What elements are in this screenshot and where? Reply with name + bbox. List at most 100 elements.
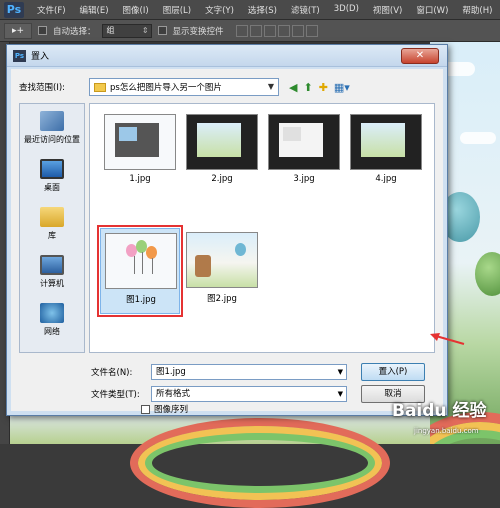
view-menu-icon[interactable]: ▦▾ bbox=[334, 81, 350, 94]
menubar: Ps 文件(F) 编辑(E) 图像(I) 图层(L) 文字(Y) 选择(S) 滤… bbox=[0, 0, 500, 20]
align-icon[interactable] bbox=[263, 24, 276, 37]
file-item[interactable]: 4.jpg bbox=[346, 110, 426, 196]
canvas-image-bottom bbox=[10, 412, 430, 508]
photoshop-logo: Ps bbox=[4, 1, 24, 18]
options-bar: ▸+ 自动选择： 组 显示变换控件 bbox=[0, 20, 500, 42]
file-thumbnail bbox=[350, 114, 422, 170]
dialog-body: 查找范围(I): ps怎么把图片导入另一个图片 ▼ ◀ ⬆ ✚ ▦▾ 最近访问的… bbox=[11, 69, 443, 415]
place-button[interactable]: 置入(P) bbox=[361, 363, 425, 381]
menu-layer[interactable]: 图层(L) bbox=[156, 4, 198, 16]
filetype-value: 所有格式 bbox=[156, 389, 191, 399]
filetype-dropdown[interactable]: 所有格式 ▼ bbox=[151, 386, 347, 402]
menu-edit[interactable]: 编辑(E) bbox=[73, 4, 116, 16]
close-icon: ✕ bbox=[415, 50, 425, 61]
move-tool-icon[interactable]: ▸+ bbox=[4, 22, 32, 39]
file-item[interactable]: 2.jpg bbox=[182, 110, 262, 196]
chevron-down-icon: ▼ bbox=[337, 368, 343, 376]
filename-row: 文件名(N): 图1.jpg ▼ 置入(P) bbox=[91, 363, 435, 381]
cloud-shape bbox=[460, 132, 496, 144]
close-button[interactable]: ✕ bbox=[401, 48, 439, 64]
filetype-label: 文件类型(T): bbox=[91, 390, 140, 400]
place-label: 网络 bbox=[44, 327, 60, 336]
watermark-url: jingyan.baidu.com bbox=[414, 427, 479, 435]
place-network[interactable]: 网络 bbox=[20, 296, 84, 344]
desktop-icon bbox=[40, 159, 64, 179]
filename-label: 文件名(N): bbox=[91, 368, 133, 378]
new-folder-icon[interactable]: ✚ bbox=[319, 81, 328, 94]
image-sequence-row: 图像序列 bbox=[141, 403, 188, 415]
file-list: 1.jpg 2.jpg 3.jpg 4.jpg 图1.jpg 图2.jpg bbox=[89, 103, 435, 353]
file-item-selected[interactable]: 图1.jpg bbox=[97, 225, 183, 317]
annotation-arrow-icon bbox=[430, 333, 465, 345]
folder-icon bbox=[94, 82, 106, 92]
watermark: Baidu 经验 bbox=[392, 401, 487, 421]
auto-select-label: 自动选择： bbox=[53, 26, 96, 37]
menu-file[interactable]: 文件(F) bbox=[30, 4, 73, 16]
auto-select-checkbox[interactable] bbox=[38, 26, 47, 35]
align-icon[interactable] bbox=[305, 24, 318, 37]
show-transform-label: 显示变换控件 bbox=[172, 26, 224, 37]
auto-select-dropdown[interactable]: 组 bbox=[101, 23, 152, 38]
align-buttons bbox=[235, 24, 318, 37]
place-label: 最近访问的位置 bbox=[24, 135, 80, 144]
places-bar: 最近访问的位置 桌面 库 计算机 网络 bbox=[19, 103, 85, 353]
place-desktop[interactable]: 桌面 bbox=[20, 152, 84, 200]
navigation-toolbar: ◀ ⬆ ✚ ▦▾ bbox=[289, 81, 350, 94]
menu-type[interactable]: 文字(Y) bbox=[198, 4, 241, 16]
align-icon[interactable] bbox=[249, 24, 262, 37]
file-item[interactable]: 3.jpg bbox=[264, 110, 344, 196]
filetype-row: 文件类型(T): 所有格式 ▼ 取消 bbox=[91, 385, 435, 403]
dialog-title: 置入 bbox=[31, 52, 50, 62]
library-icon bbox=[40, 207, 64, 227]
chevron-down-icon: ▼ bbox=[337, 390, 343, 398]
menu: 文件(F) 编辑(E) 图像(I) 图层(L) 文字(Y) 选择(S) 滤镜(T… bbox=[30, 4, 499, 16]
file-item[interactable]: 1.jpg bbox=[100, 110, 180, 196]
filename-value: 图1.jpg bbox=[156, 367, 186, 377]
file-thumbnail bbox=[104, 114, 176, 170]
computer-icon bbox=[40, 255, 64, 275]
place-label: 计算机 bbox=[40, 279, 64, 288]
file-thumbnail bbox=[268, 114, 340, 170]
file-name: 1.jpg bbox=[129, 174, 151, 184]
hot-air-balloon-shape bbox=[475, 252, 500, 296]
place-label: 桌面 bbox=[44, 183, 60, 192]
look-in-row: 查找范围(I): ps怎么把图片导入另一个图片 ▼ ◀ ⬆ ✚ ▦▾ bbox=[19, 77, 435, 97]
network-icon bbox=[40, 303, 64, 323]
file-name: 图1.jpg bbox=[126, 295, 156, 305]
align-icon[interactable] bbox=[277, 24, 290, 37]
back-icon[interactable]: ◀ bbox=[289, 81, 297, 94]
menu-window[interactable]: 窗口(W) bbox=[409, 4, 455, 16]
show-transform-checkbox[interactable] bbox=[157, 26, 167, 35]
place-library[interactable]: 库 bbox=[20, 200, 84, 248]
photoshop-icon: Ps bbox=[13, 49, 26, 62]
dialog-titlebar: Ps 置入 ✕ bbox=[7, 45, 447, 67]
menu-view[interactable]: 视图(V) bbox=[366, 4, 409, 16]
menu-select[interactable]: 选择(S) bbox=[241, 4, 284, 16]
place-dialog: Ps 置入 ✕ 查找范围(I): ps怎么把图片导入另一个图片 ▼ ◀ ⬆ ✚ … bbox=[6, 44, 448, 416]
align-icon[interactable] bbox=[291, 24, 304, 37]
look-in-label: 查找范围(I): bbox=[19, 83, 66, 93]
menu-3d[interactable]: 3D(D) bbox=[327, 4, 366, 16]
file-name: 3.jpg bbox=[293, 174, 315, 184]
image-sequence-checkbox[interactable] bbox=[141, 404, 150, 414]
file-thumbnail bbox=[186, 114, 258, 170]
place-recent[interactable]: 最近访问的位置 bbox=[20, 104, 84, 152]
file-item[interactable]: 图2.jpg bbox=[182, 228, 262, 314]
place-computer[interactable]: 计算机 bbox=[20, 248, 84, 296]
up-folder-icon[interactable]: ⬆ bbox=[303, 81, 312, 94]
menu-filter[interactable]: 滤镜(T) bbox=[284, 4, 327, 16]
file-thumbnail bbox=[186, 232, 258, 288]
filename-input[interactable]: 图1.jpg ▼ bbox=[151, 364, 347, 380]
file-name: 2.jpg bbox=[211, 174, 233, 184]
chevron-down-icon: ▼ bbox=[267, 82, 274, 91]
recent-places-icon bbox=[40, 111, 64, 131]
look-in-dropdown[interactable]: ps怎么把图片导入另一个图片 ▼ bbox=[89, 78, 279, 96]
image-sequence-label: 图像序列 bbox=[154, 405, 189, 415]
menu-help[interactable]: 帮助(H) bbox=[455, 4, 499, 16]
rainbow-shape bbox=[130, 418, 390, 508]
file-thumbnail bbox=[105, 233, 177, 289]
file-name: 4.jpg bbox=[375, 174, 397, 184]
menu-image[interactable]: 图像(I) bbox=[116, 4, 156, 16]
align-icon[interactable] bbox=[235, 24, 248, 37]
look-in-value: ps怎么把图片导入另一个图片 bbox=[110, 83, 222, 93]
